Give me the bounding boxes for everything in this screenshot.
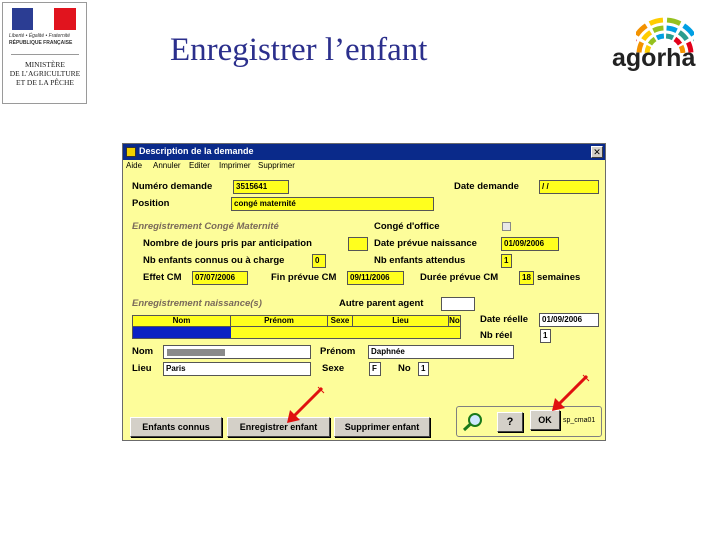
nb-jours-label: Nombre de jours pris par anticipation [143, 238, 312, 249]
duree-unit-label: semaines [537, 272, 581, 283]
window-titlebar[interactable]: Description de la demande ✕ [123, 144, 605, 160]
ministry-name: MINISTÈRE DE L’AGRICULTURE ET DE LA PÊCH… [7, 60, 83, 87]
nb-reel-label: Nb réel [480, 330, 513, 341]
grid-col-lieu[interactable]: Lieu [353, 316, 449, 326]
selected-cell[interactable] [133, 327, 231, 338]
lieu-label: Lieu [132, 363, 152, 374]
logo-arc-segment [655, 33, 665, 41]
prenom-label: Prénom [320, 346, 356, 357]
no-field[interactable]: 1 [418, 362, 429, 376]
supprimer-enfant-button[interactable]: Supprimer enfant [334, 417, 430, 437]
help-button[interactable]: ? [497, 412, 523, 432]
enfants-connus-button[interactable]: Enfants connus [130, 417, 222, 437]
nb-enfants-attendus-field[interactable]: 1 [501, 254, 512, 268]
agorha-logo-text: agorha [612, 44, 696, 72]
conge-office-checkbox[interactable] [502, 222, 511, 231]
grid-col-prenom[interactable]: Prénom [231, 316, 328, 326]
logo-arc-segment [682, 23, 694, 37]
nb-enfants-charge-label: Nb enfants connus ou à charge [143, 255, 285, 266]
date-demande-label: Date demande [454, 181, 519, 192]
screen-code: sp_cma01 [563, 417, 596, 424]
children-grid-header: Nom Prénom Sexe Lieu No [132, 315, 461, 327]
logo-arc-segment [666, 25, 678, 34]
lieu-field[interactable]: Paris [163, 362, 311, 376]
duree-prevue-cm-label: Durée prévue CM [420, 272, 499, 283]
close-icon[interactable]: ✕ [591, 146, 603, 158]
nb-enfants-attendus-label: Nb enfants attendus [374, 255, 466, 266]
sexe-label: Sexe [322, 363, 345, 374]
date-reelle-label: Date réelle [480, 314, 529, 325]
grid-col-sexe[interactable]: Sexe [328, 316, 353, 326]
menu-supprimer[interactable]: Supprimer [258, 161, 295, 170]
ministry-logo: Liberté • Égalité • Fraternité RÉPUBLIQU… [2, 2, 87, 104]
autre-parent-label: Autre parent agent [339, 298, 424, 309]
grid-col-no[interactable]: No [449, 316, 460, 326]
menu-bar: Aide Annuler Editer Imprimer Supprimer [123, 160, 605, 173]
menu-imprimer[interactable]: Imprimer [219, 161, 251, 170]
naissance-section-heading: Enregistrement naissance(s) [132, 298, 262, 309]
logo-arc-segment [648, 17, 664, 26]
nb-enfants-charge-field[interactable]: 0 [312, 254, 326, 268]
republic-motto: Liberté • Égalité • Fraternité [9, 33, 71, 39]
fin-prevue-cm-label: Fin prévue CM [271, 272, 337, 283]
description-window: Description de la demande ✕ Aide Annuler… [122, 143, 606, 441]
logo-arc-segment [641, 30, 653, 42]
numero-demande-label: Numéro demande [132, 181, 213, 192]
menu-editer[interactable]: Editer [189, 161, 210, 170]
logo-arc-segment [665, 33, 675, 41]
table-row[interactable] [132, 327, 461, 339]
search-icon[interactable] [461, 411, 485, 433]
redacted-name [167, 349, 225, 356]
date-reelle-field[interactable]: 01/09/2006 [539, 313, 599, 327]
nom-label: Nom [132, 346, 154, 357]
position-field[interactable]: congé maternité [231, 197, 434, 211]
republic-name: RÉPUBLIQUE FRANÇAISE [9, 40, 73, 46]
conge-office-label: Congé d'office [374, 221, 440, 232]
duree-prevue-cm-field[interactable]: 18 [519, 271, 534, 285]
menu-aide[interactable]: Aide [126, 161, 142, 170]
nb-jours-field[interactable] [348, 237, 368, 251]
effet-cm-field[interactable]: 07/07/2006 [192, 271, 248, 285]
app-icon [126, 147, 136, 157]
autre-parent-field[interactable] [441, 297, 475, 311]
ministry-line: ET DE LA PÊCHE [16, 78, 74, 87]
numero-demande-field[interactable]: 3515641 [233, 180, 289, 194]
french-flag-icon [12, 8, 76, 30]
logo-arc-segment [677, 30, 689, 42]
logo-arc-segment [636, 23, 648, 37]
logo-arc-segment [652, 25, 664, 34]
logo-divider [11, 54, 79, 55]
position-label: Position [132, 198, 170, 209]
date-demande-field[interactable]: / / [539, 180, 599, 194]
effet-cm-label: Effet CM [143, 272, 182, 283]
sexe-field[interactable]: F [369, 362, 381, 376]
menu-annuler[interactable]: Annuler [153, 161, 181, 170]
conge-section-heading: Enregistrement Congé Maternité [132, 221, 279, 232]
ministry-line: MINISTÈRE [25, 60, 65, 69]
nb-reel-field[interactable]: 1 [540, 329, 551, 343]
fin-prevue-cm-field[interactable]: 09/11/2006 [347, 271, 404, 285]
pointer-arrow-icon [552, 374, 590, 411]
window-title: Description de la demande [139, 146, 254, 156]
date-prevue-naissance-label: Date prévue naissance [374, 238, 477, 249]
date-prevue-naissance-field[interactable]: 01/09/2006 [501, 237, 559, 251]
ministry-line: DE L’AGRICULTURE [9, 69, 81, 78]
slide-title: Enregistrer l’enfant [170, 32, 428, 68]
pointer-arrow-icon [287, 386, 325, 423]
logo-arc-segment [666, 17, 682, 26]
nom-field[interactable] [163, 345, 311, 359]
grid-col-nom[interactable]: Nom [133, 316, 231, 326]
prenom-field[interactable]: Daphnée [368, 345, 514, 359]
no-label: No [398, 363, 411, 374]
